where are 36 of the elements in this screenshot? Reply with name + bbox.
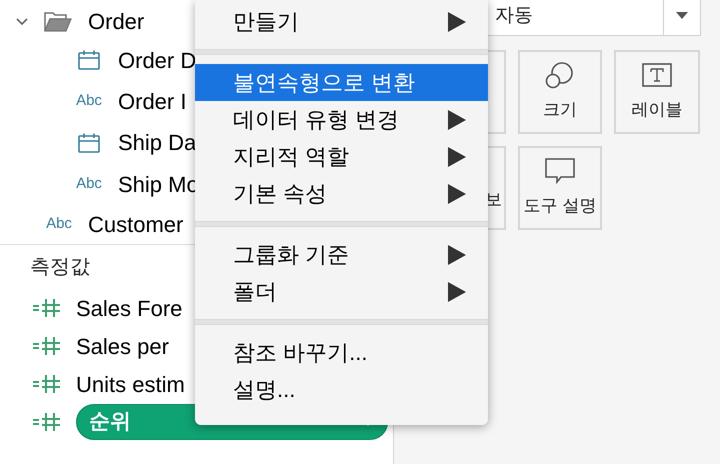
- menu-item[interactable]: 폴더: [195, 273, 488, 310]
- text-label-icon: [642, 63, 672, 88]
- field-label[interactable]: Customer: [88, 208, 184, 241]
- folder-icon: [44, 10, 72, 33]
- menu-item[interactable]: 참조 바꾸기...: [195, 334, 488, 371]
- measure-icon: [32, 336, 62, 356]
- string-type-icon: Abc: [46, 213, 72, 236]
- chevron-down-icon[interactable]: [16, 18, 28, 26]
- field-label[interactable]: Sales per: [76, 330, 169, 362]
- speech-bubble-icon: [545, 158, 575, 184]
- measure-icon: [32, 298, 62, 318]
- marks-card-button[interactable]: 도구 설명: [518, 146, 602, 230]
- folder-label[interactable]: Order: [88, 5, 144, 38]
- measure-icon: [32, 374, 62, 394]
- measure-icon: [32, 412, 62, 432]
- menu-item[interactable]: 불연속형으로 변환: [195, 64, 488, 101]
- field-label[interactable]: Order D: [118, 44, 196, 77]
- calendar-icon: [78, 132, 100, 153]
- field-label[interactable]: Units estim: [76, 368, 185, 400]
- section-header: 측정값: [30, 255, 90, 280]
- calendar-icon: [78, 50, 100, 70]
- menu-item[interactable]: 설명...: [195, 371, 488, 408]
- menu-item[interactable]: 데이터 유형 변경: [195, 101, 488, 138]
- string-type-icon: Abc: [76, 172, 102, 196]
- circles-icon: [545, 61, 575, 90]
- field-label[interactable]: Order I: [118, 84, 186, 118]
- field-label[interactable]: Sales Fore: [76, 292, 182, 324]
- marks-card-button[interactable]: 레이블: [614, 50, 700, 134]
- menu-item[interactable]: 만들기: [195, 3, 488, 40]
- caret-down-icon: [676, 12, 688, 20]
- menu-item[interactable]: 지리적 역할: [195, 138, 488, 175]
- menu-item[interactable]: 그룹화 기준: [195, 236, 488, 273]
- menu-item[interactable]: 기본 속성: [195, 175, 488, 212]
- marks-card-button[interactable]: 크기: [518, 50, 602, 134]
- string-type-icon: Abc: [76, 90, 102, 113]
- field-label[interactable]: Ship Da: [118, 126, 196, 160]
